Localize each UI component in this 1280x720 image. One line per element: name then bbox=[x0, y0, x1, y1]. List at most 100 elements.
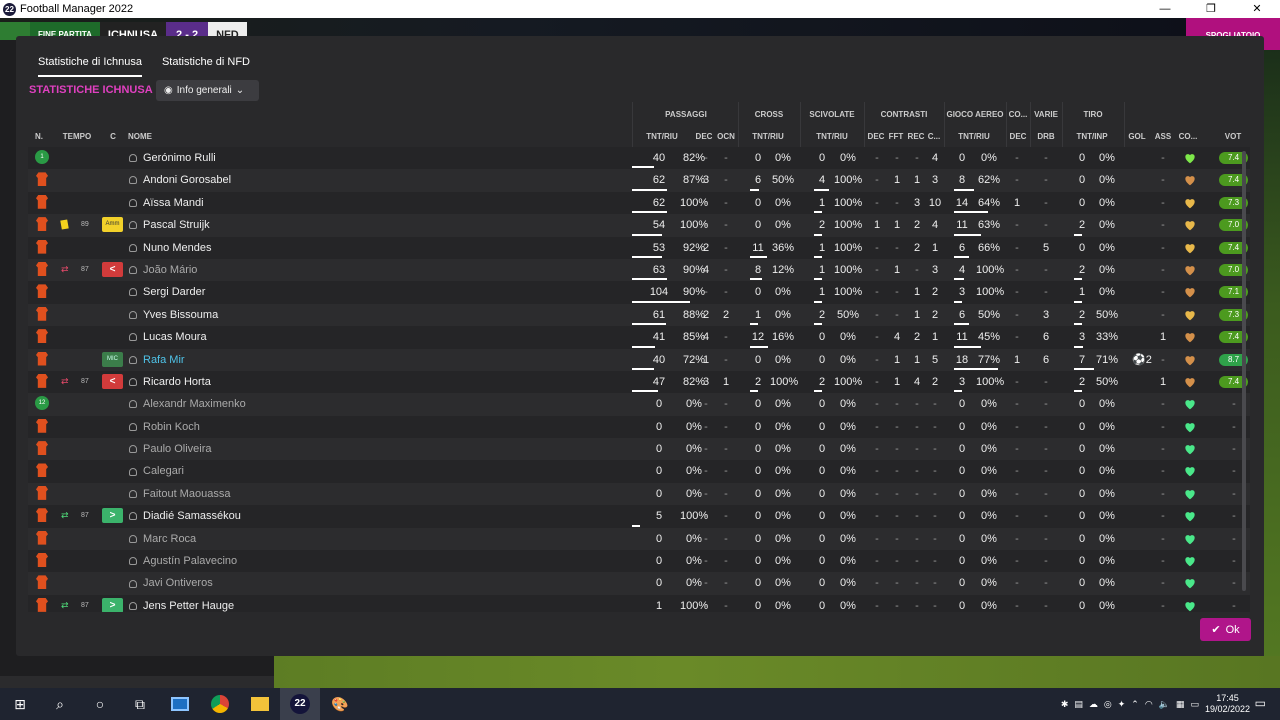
table-scrollbar[interactable] bbox=[1242, 151, 1246, 591]
stat-c1: 0 bbox=[754, 398, 762, 411]
close-button[interactable]: ✕ bbox=[1234, 0, 1280, 18]
table-row[interactable]: 12 Alexandr Maximenko 0 0% - - 0 0% 0 0% - - - - 0 0% - -… bbox=[28, 393, 1250, 416]
table-row[interactable]: Agustín Palavecino 0 0% - -0 0% 0 0% - - - -0 0% - -0 0… bbox=[28, 550, 1250, 573]
tray-app-icon[interactable]: ◎ bbox=[1104, 699, 1112, 710]
col-c[interactable]: C bbox=[108, 132, 118, 141]
table-row[interactable]: Paulo Oliveira 0 0% - -0 0% 0 0% - - - -0 0% - -0 0% - - bbox=[28, 438, 1250, 461]
table-row[interactable]: Javi Ontiveros 0 0% - -0 0% 0 0% - - - -0 0% - -0 0% - - bbox=[28, 572, 1250, 595]
volume-icon[interactable]: 🔈 bbox=[1159, 699, 1170, 710]
table-row[interactable]: MIC Rafa Mir 40 72% 1-0 0% 0 0% -1 1 5 18 77% 1 6 7 71% ⚽… bbox=[28, 348, 1250, 371]
table-row[interactable]: Robin Koch 0 0% - -0 0% 0 0% - - - -0 0% - -0 0% - - bbox=[28, 415, 1250, 439]
table-row[interactable]: Andoni Gorosabel 62 87% 3-6 50% 4 100% -1 1 3 8 62%… bbox=[28, 169, 1250, 192]
football-manager-icon[interactable]: 22 bbox=[280, 688, 320, 720]
search-icon[interactable]: ⌕ bbox=[40, 688, 80, 720]
col-sciv-tnt[interactable]: TNT/RIU bbox=[812, 132, 852, 141]
col-co[interactable]: CO... bbox=[1176, 132, 1200, 141]
tray-app-icon[interactable]: ✱ bbox=[1061, 699, 1069, 710]
player-name[interactable]: Gerónimo Rulli bbox=[129, 147, 216, 169]
table-row[interactable]: Calegari 0 0% - -0 0% 0 0% - - - -0 0% - -0 0% - - bbox=[28, 460, 1250, 483]
player-name[interactable]: Pascal Struijk bbox=[129, 214, 210, 236]
player-name[interactable]: Yves Bissouma bbox=[129, 304, 218, 326]
table-row[interactable]: ⇄ 87 < Ricardo Horta 47 82% 3 1 2 100% 2 100% -1 4 2 3 1… bbox=[28, 370, 1250, 394]
paint-icon[interactable]: 🎨 bbox=[320, 688, 360, 720]
stat-cc: - bbox=[933, 465, 937, 478]
player-name[interactable]: Calegari bbox=[129, 460, 184, 482]
tray-app-icon[interactable]: ▭ bbox=[1190, 699, 1199, 710]
player-name[interactable]: Paulo Oliveira bbox=[129, 438, 211, 460]
table-row[interactable]: ⇄ 87 > Diadié Samassékou 5 100% - -0 0% 0 0% - - - -0 0… bbox=[28, 505, 1250, 528]
player-name[interactable]: Javi Ontiveros bbox=[129, 572, 213, 594]
player-name[interactable]: Robin Koch bbox=[129, 416, 200, 438]
player-name[interactable]: Alexandr Maximenko bbox=[129, 393, 246, 415]
tray-app-icon[interactable]: ▤ bbox=[1074, 699, 1083, 710]
col-n[interactable]: N. bbox=[32, 132, 46, 141]
stat-p1: 1 bbox=[655, 599, 663, 612]
col-pass-dec[interactable]: DEC bbox=[694, 132, 714, 141]
player-name[interactable]: Faitout Maouassa bbox=[129, 483, 230, 505]
maximize-button[interactable]: ❐ bbox=[1188, 0, 1234, 18]
player-name[interactable]: Rafa Mir bbox=[129, 349, 185, 371]
tray-app-icon[interactable]: ▦ bbox=[1176, 699, 1185, 710]
col-drb[interactable]: DRB bbox=[1034, 132, 1058, 141]
chevron-up-icon[interactable]: ⌃ bbox=[1131, 699, 1139, 710]
player-name[interactable]: Sergi Darder bbox=[129, 281, 205, 303]
table-row[interactable]: 89 Amm Pascal Struijk 54 100% - -0 0% 2 100% 1 1 2 4 1… bbox=[28, 214, 1250, 237]
player-name[interactable]: Andoni Gorosabel bbox=[129, 169, 231, 191]
tab-home-stats[interactable]: Statistiche di Ichnusa bbox=[38, 50, 142, 77]
player-name[interactable]: Diadié Samassékou bbox=[129, 505, 241, 527]
player-name[interactable]: Marc Roca bbox=[129, 528, 196, 550]
col-con-rec[interactable]: REC bbox=[906, 132, 926, 141]
chrome-icon[interactable] bbox=[200, 688, 240, 720]
stat-bar bbox=[632, 233, 663, 236]
player-name[interactable]: João Mário bbox=[129, 259, 197, 281]
col-con-c[interactable]: C... bbox=[925, 132, 943, 141]
col-cross-tnt[interactable]: TNT/RIU bbox=[748, 132, 788, 141]
stat-s2: 0% bbox=[840, 443, 856, 456]
table-row[interactable]: Faitout Maouassa 0 0% - -0 0% 0 0% - - - -0 0% - -0 0% -… bbox=[28, 482, 1250, 506]
player-name[interactable]: Jens Petter Hauge bbox=[129, 595, 234, 612]
col-vot[interactable]: VOT bbox=[1220, 132, 1246, 141]
view-dropdown[interactable]: ◉ Info generali ⌄ bbox=[156, 80, 259, 101]
windows-start-icon[interactable]: ⊞ bbox=[0, 688, 40, 720]
table-row[interactable]: Marc Roca 0 0% - -0 0% 0 0% - - - -0 0% - -0 0% - - bbox=[28, 527, 1250, 551]
tray-app-icon[interactable]: ☁ bbox=[1089, 699, 1098, 710]
table-row[interactable]: Lucas Moura 41 85% 4-12 16% 0 0% -4 2 1 11 45% -6 3 33… bbox=[28, 326, 1250, 349]
col-pass-tnt[interactable]: TNT/RIU bbox=[642, 132, 682, 141]
table-row[interactable]: ⇄ 87 < João Mário 63 90% 4-8 12% 1 100% -1-3 4 100% -… bbox=[28, 258, 1250, 282]
ok-button[interactable]: ✔ Ok bbox=[1200, 618, 1251, 641]
tab-away-stats[interactable]: Statistiche di NFD bbox=[162, 50, 250, 77]
notification-icon[interactable]: ▭ bbox=[1255, 696, 1266, 710]
col-co-dec[interactable]: DEC bbox=[1008, 132, 1028, 141]
col-nome[interactable]: NOME bbox=[128, 132, 158, 141]
col-tiro-tnt[interactable]: TNT/INP bbox=[1072, 132, 1112, 141]
stat-s1: 0 bbox=[818, 577, 826, 590]
system-clock[interactable]: 17:45 19/02/2022 bbox=[1205, 693, 1250, 715]
minimize-button[interactable]: — bbox=[1142, 0, 1188, 18]
tray-app-icon[interactable]: ✦ bbox=[1118, 699, 1126, 710]
task-view-icon[interactable]: ⧉ bbox=[120, 688, 160, 720]
col-con-dec[interactable]: DEC bbox=[866, 132, 886, 141]
col-con-fft[interactable]: FFT bbox=[886, 132, 906, 141]
computer-app-icon[interactable] bbox=[160, 688, 200, 720]
player-name[interactable]: Ricardo Horta bbox=[129, 371, 211, 393]
table-row[interactable]: Nuno Mendes 53 92% 2-11 36% 1 100% - -2 1 6 66% -5 0 0… bbox=[28, 236, 1250, 259]
file-explorer-icon[interactable] bbox=[240, 688, 280, 720]
yellow-card-icon bbox=[60, 219, 69, 230]
table-row[interactable]: Yves Bissouma 61 88% 2 2 1 0% 2 50% - -1 2 6 50% -3 2 50… bbox=[28, 303, 1250, 327]
player-name[interactable]: Agustín Palavecino bbox=[129, 550, 237, 572]
stat-p1: 0 bbox=[655, 532, 663, 545]
col-gol[interactable]: GOL bbox=[1126, 132, 1148, 141]
table-row[interactable]: Sergi Darder 104 90% - -0 0% 1 100% - -1 2 3 100% - -1… bbox=[28, 281, 1250, 304]
table-row[interactable]: Aïssa Mandi 62 100% - -0 0% 1 100% - -3 10 14 64% 1-0… bbox=[28, 191, 1250, 215]
col-pass-ocn[interactable]: OCN bbox=[716, 132, 736, 141]
col-aereo-tnt[interactable]: TNT/RIU bbox=[954, 132, 994, 141]
cortana-icon[interactable]: ○ bbox=[80, 688, 120, 720]
col-ass[interactable]: ASS bbox=[1152, 132, 1174, 141]
player-name[interactable]: Nuno Mendes bbox=[129, 237, 212, 259]
col-tempo[interactable]: TEMPO bbox=[62, 132, 92, 141]
wifi-icon[interactable]: ◠ bbox=[1145, 699, 1153, 710]
table-row[interactable]: 1 Gerónimo Rulli 40 82% - -0 0% 0 0% - - -4 0 0% - -0 0%… bbox=[28, 147, 1250, 170]
player-name[interactable]: Aïssa Mandi bbox=[129, 192, 204, 214]
table-row[interactable]: ⇄ 87 > Jens Petter Hauge 1 100% - -0 0% 0 0% - - - -0 0… bbox=[28, 594, 1250, 612]
player-name[interactable]: Lucas Moura bbox=[129, 326, 207, 348]
